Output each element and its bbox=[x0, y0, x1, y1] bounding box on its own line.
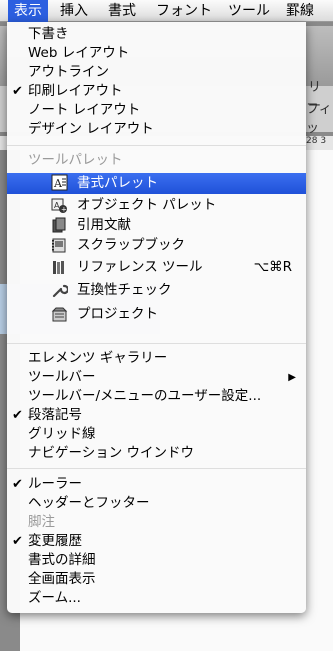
menu-separator bbox=[7, 468, 306, 469]
checkmark-icon: ✔ bbox=[12, 534, 23, 549]
view-dropdown-menu: 下書き Web レイアウト アウトライン ✔ 印刷レイアウト ノート レイアウト… bbox=[7, 22, 306, 613]
menu-item-project-palette[interactable]: プロジェクト bbox=[7, 305, 306, 324]
menu-item-citations[interactable]: 引用文献 bbox=[7, 216, 306, 235]
toolbox-section-header: ツールパレット bbox=[28, 152, 123, 168]
menu-font[interactable]: フォント bbox=[150, 0, 218, 22]
reference-tools-icon bbox=[53, 261, 64, 274]
compatibility-wrench-icon bbox=[52, 284, 68, 298]
menu-separator bbox=[7, 145, 306, 146]
checkmark-icon: ✔ bbox=[12, 84, 23, 99]
svg-text:+: + bbox=[61, 206, 67, 214]
menu-item-web-layout[interactable]: Web レイアウト bbox=[7, 44, 306, 63]
svg-text:A: A bbox=[53, 177, 63, 190]
menu-item-navigation-pane[interactable]: ナビゲーション ウインドウ bbox=[7, 444, 306, 463]
menu-item-object-palette[interactable]: A + オブジェクト パレット bbox=[7, 196, 306, 215]
ribbon-peek-text-2: フィッ bbox=[306, 102, 332, 136]
object-palette-icon: A + bbox=[51, 198, 67, 214]
menu-tools[interactable]: ツール bbox=[222, 0, 276, 22]
menu-item-ruler[interactable]: ✔ ルーラー bbox=[7, 475, 306, 494]
menu-item-full-screen[interactable]: 全画面表示 bbox=[7, 570, 306, 589]
menu-item-gridlines[interactable]: グリッド線 bbox=[7, 425, 306, 444]
project-palette-icon bbox=[51, 307, 68, 322]
submenu-arrow-icon: ▶ bbox=[288, 372, 296, 383]
menu-item-zoom[interactable]: ズーム... bbox=[7, 589, 306, 608]
menu-item-footnotes: 脚注 bbox=[28, 514, 55, 530]
menu-table[interactable]: 罫線 bbox=[280, 0, 320, 22]
menu-separator bbox=[7, 343, 306, 344]
menu-item-toolbars[interactable]: ツールバー ▶ bbox=[7, 368, 306, 387]
menu-item-customize-toolbars[interactable]: ツールバー/メニューのユーザー設定... bbox=[7, 387, 306, 406]
menu-item-notebook-layout[interactable]: ノート レイアウト bbox=[7, 101, 306, 120]
menu-insert[interactable]: 挿入 bbox=[54, 0, 94, 22]
shortcut-reference-tools: ⌥⌘R bbox=[253, 259, 292, 275]
menu-item-track-changes[interactable]: ✔ 変更履歴 bbox=[7, 532, 306, 551]
menu-item-outline[interactable]: アウトライン bbox=[7, 63, 306, 82]
menu-item-scrapbook[interactable]: スクラップブック bbox=[7, 236, 306, 255]
menu-item-compatibility-check[interactable]: 互換性チェック bbox=[7, 281, 306, 300]
menu-item-reveal-formatting[interactable]: 書式の詳細 bbox=[7, 551, 306, 570]
scrapbook-icon bbox=[52, 238, 66, 253]
ruler-peek-numbers: 28 3 bbox=[306, 136, 327, 146]
formatting-palette-icon: A bbox=[51, 174, 68, 191]
citations-icon bbox=[52, 217, 66, 233]
menu-format[interactable]: 書式 bbox=[102, 0, 142, 22]
menu-item-formatting-palette[interactable]: A 書式パレット bbox=[7, 173, 306, 194]
menu-item-header-footer[interactable]: ヘッダーとフッター bbox=[7, 494, 306, 513]
menu-item-publishing-layout[interactable]: デザイン レイアウト bbox=[7, 120, 306, 139]
menu-bar: 表示 挿入 書式 フォント ツール 罫線 bbox=[0, 0, 333, 22]
menu-item-reference-tools[interactable]: リファレンス ツール ⌥⌘R bbox=[7, 258, 306, 277]
checkmark-icon: ✔ bbox=[12, 477, 23, 492]
menu-item-paragraph-marks[interactable]: ✔ 段落記号 bbox=[7, 406, 306, 425]
menu-item-elements-gallery[interactable]: エレメンツ ギャラリー bbox=[7, 349, 306, 368]
menu-item-print-layout[interactable]: ✔ 印刷レイアウト bbox=[7, 82, 306, 101]
checkmark-icon: ✔ bbox=[12, 408, 23, 423]
menu-view[interactable]: 表示 bbox=[8, 0, 48, 22]
menu-item-draft[interactable]: 下書き bbox=[7, 25, 306, 44]
